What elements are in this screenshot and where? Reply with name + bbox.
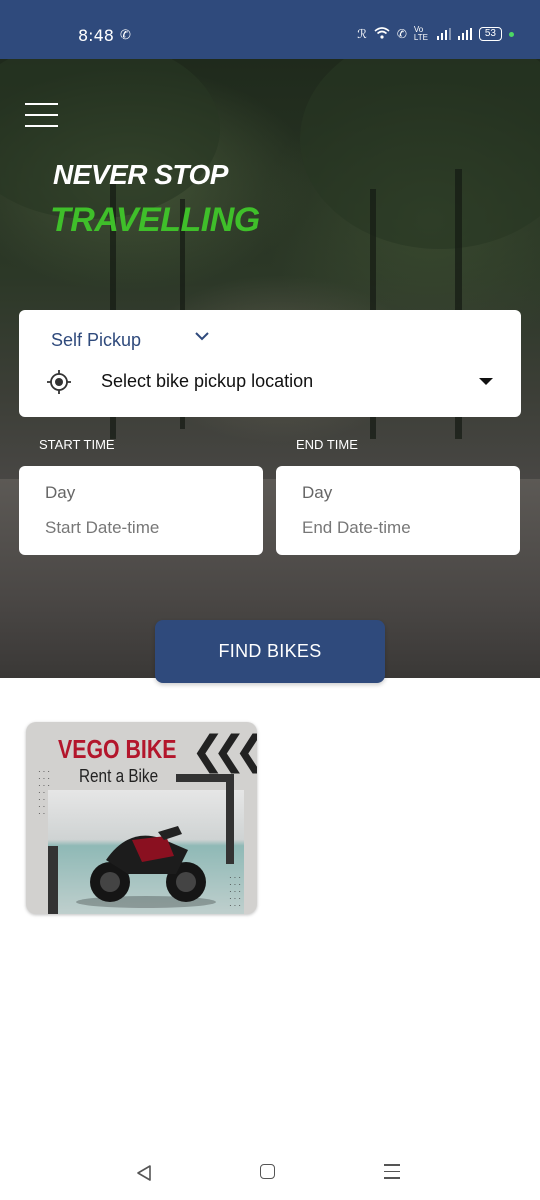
- hero-foliage: [300, 59, 540, 249]
- chevron-down-icon: [195, 328, 209, 346]
- status-bar: 8:48 ✆ ℛ ✆ Vo LTE 53: [0, 0, 540, 59]
- find-bikes-button[interactable]: FIND BIKES: [155, 620, 385, 683]
- end-time-label: END TIME: [296, 437, 358, 452]
- battery-icon: 53: [478, 27, 502, 41]
- volte-icon: Vo LTE: [413, 25, 428, 42]
- signal-icon-2: [457, 28, 472, 40]
- motorcycle-photo: [48, 790, 244, 914]
- pickup-mode-dropdown[interactable]: Self Pickup: [51, 328, 221, 352]
- bluetooth-icon: ℛ: [357, 27, 367, 41]
- wifi-icon: [374, 26, 390, 42]
- status-icons: ℛ ✆ Vo LTE 53: [357, 26, 514, 42]
- end-day-text: Day: [302, 483, 333, 502]
- pickup-mode-label: Self Pickup: [51, 329, 142, 350]
- privacy-dot-icon: [509, 31, 514, 37]
- call-icon: ✆: [120, 27, 131, 42]
- pickup-location-label: Select bike pickup location: [101, 371, 314, 391]
- tagline-line2: TRAVELLING: [50, 201, 260, 239]
- caret-down-icon: [479, 378, 493, 385]
- tagline-line1: NEVER STOP: [53, 159, 228, 190]
- end-datetime-text: End Date-time: [302, 518, 411, 537]
- end-time-picker[interactable]: Day End Date-time: [276, 466, 520, 555]
- decor-frame: [48, 846, 58, 914]
- location-target-icon: [47, 370, 71, 394]
- hamburger-menu-icon[interactable]: [25, 103, 59, 129]
- promo-card[interactable]: VEGO BIKE ❮❮❮ Rent a Bike ··· ··· ··· ··· ··…: [26, 722, 257, 914]
- nav-back-icon[interactable]: [136, 1165, 152, 1186]
- system-nav-bar: [0, 1140, 540, 1200]
- start-time-label: START TIME: [39, 437, 115, 452]
- start-datetime-text: Start Date-time: [45, 518, 160, 537]
- hero-banner: NEVER STOP TRAVELLING Self Pickup Select…: [0, 59, 540, 678]
- nav-home-icon[interactable]: [260, 1164, 275, 1179]
- promo-subtitle: Rent a Bike: [79, 766, 159, 786]
- wifi-calling-icon: ✆: [396, 27, 407, 41]
- nav-recents-icon[interactable]: [384, 1164, 400, 1184]
- pickup-card: Self Pickup Select bike pickup location: [19, 310, 521, 417]
- signal-icon-1: [436, 28, 451, 40]
- promo-title: VEGO BIKE: [58, 734, 177, 764]
- chevrons-left-icon: ❮❮❮: [191, 729, 257, 773]
- pickup-location-dropdown[interactable]: Select bike pickup location: [43, 368, 503, 398]
- start-day-text: Day: [45, 483, 76, 502]
- start-time-picker[interactable]: Day Start Date-time: [19, 466, 263, 555]
- decor-frame: [226, 774, 234, 864]
- status-time: 8:48: [78, 26, 114, 45]
- dot-pattern: ··· ··· ··· ··· ···: [229, 873, 243, 910]
